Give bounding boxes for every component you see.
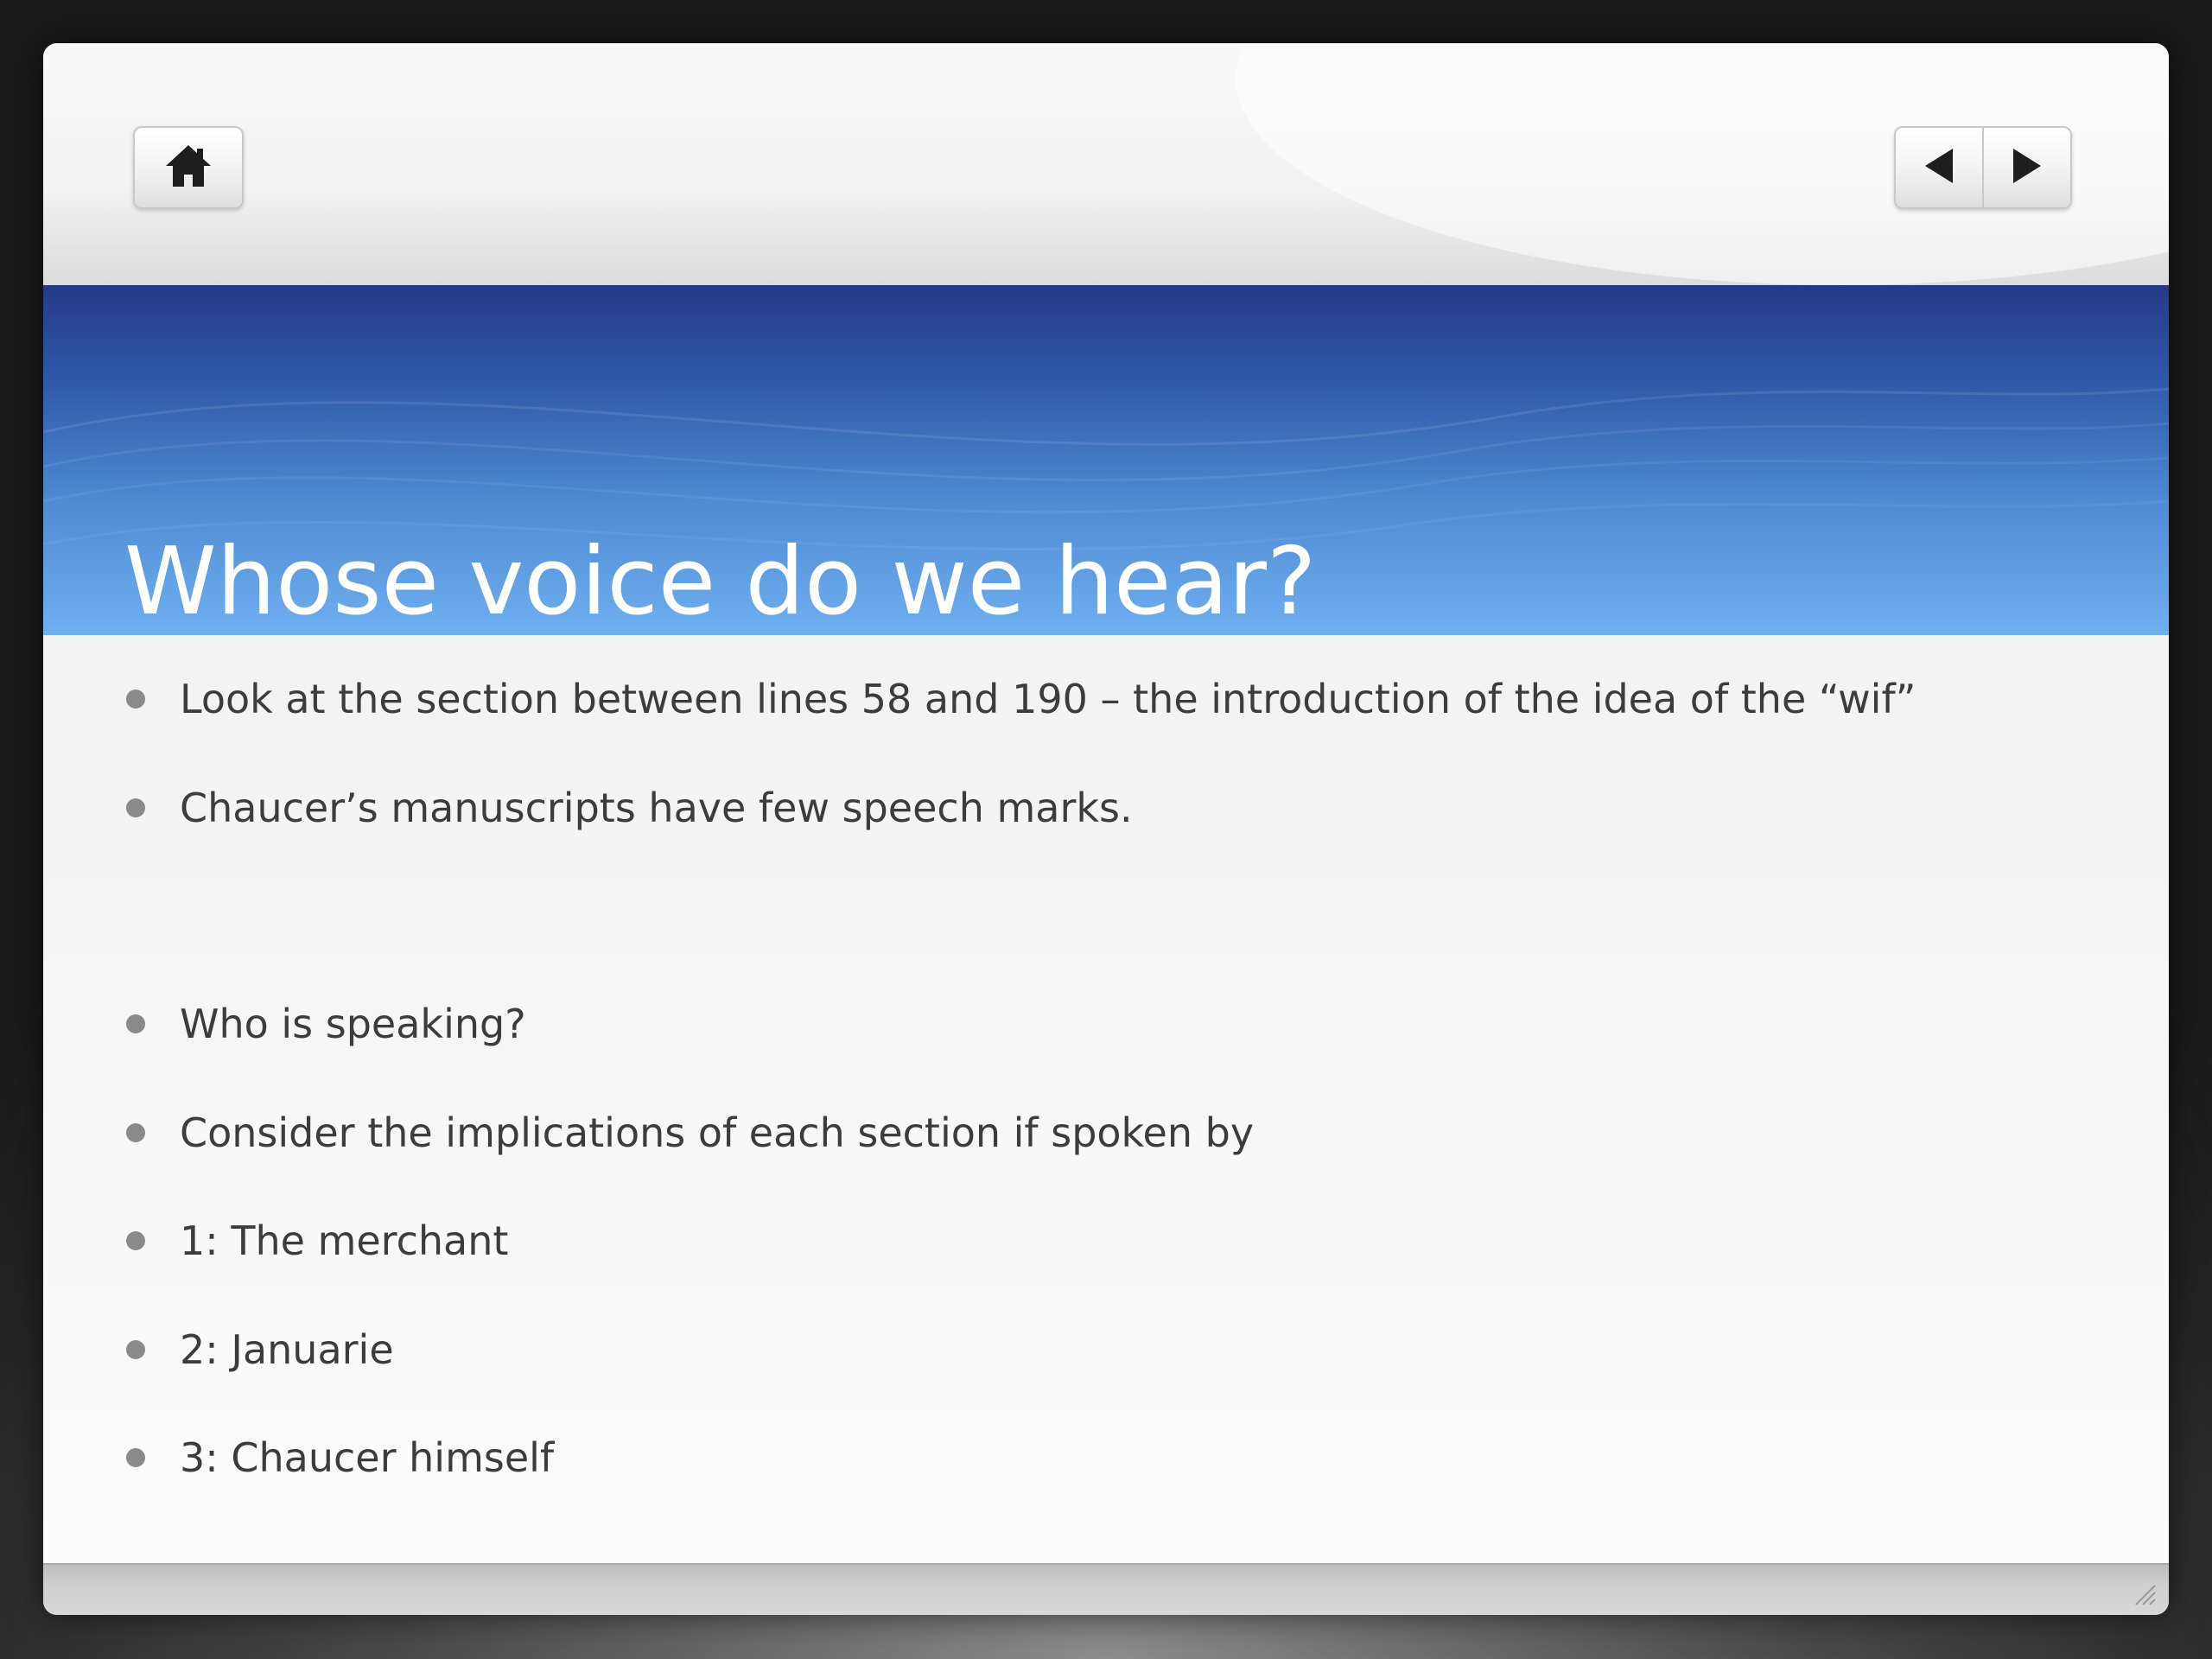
bullet-text: 1: The merchant: [180, 1217, 509, 1264]
bullet-item: Consider the implications of each sectio…: [126, 1103, 1254, 1163]
bullet-text: 3: Chaucer himself: [180, 1434, 555, 1481]
bullet-text: Who is speaking?: [180, 1001, 526, 1047]
bullet-icon: [126, 1448, 145, 1467]
bullet-item: 3: Chaucer himself: [126, 1427, 554, 1488]
bullet-list: Look at the section between lines 58 and…: [43, 43, 2169, 1615]
bullet-item: Look at the section between lines 58 and…: [126, 669, 1916, 729]
bullet-text: 2: Januarie: [180, 1326, 394, 1373]
bullet-item: 1: The merchant: [126, 1211, 508, 1271]
bullet-text: Chaucer’s manuscripts have few speech ma…: [180, 785, 1133, 831]
bullet-text: Look at the section between lines 58 and…: [180, 676, 1916, 722]
bullet-item: Chaucer’s manuscripts have few speech ma…: [126, 778, 1133, 838]
bullet-text: Consider the implications of each sectio…: [180, 1109, 1255, 1156]
slide-footer-band: [43, 1563, 2169, 1615]
bullet-icon: [126, 1123, 145, 1142]
bullet-icon: [126, 1014, 145, 1033]
bullet-icon: [126, 1340, 145, 1359]
resize-grip-icon[interactable]: [2131, 1580, 2157, 1606]
slide: Whose voice do we hear? Look at the sect…: [43, 43, 2169, 1615]
bullet-icon: [126, 1231, 145, 1250]
bullet-item: Who is speaking?: [126, 994, 526, 1054]
bullet-item: 2: Januarie: [126, 1319, 394, 1380]
bullet-icon: [126, 690, 145, 709]
bullet-icon: [126, 798, 145, 817]
